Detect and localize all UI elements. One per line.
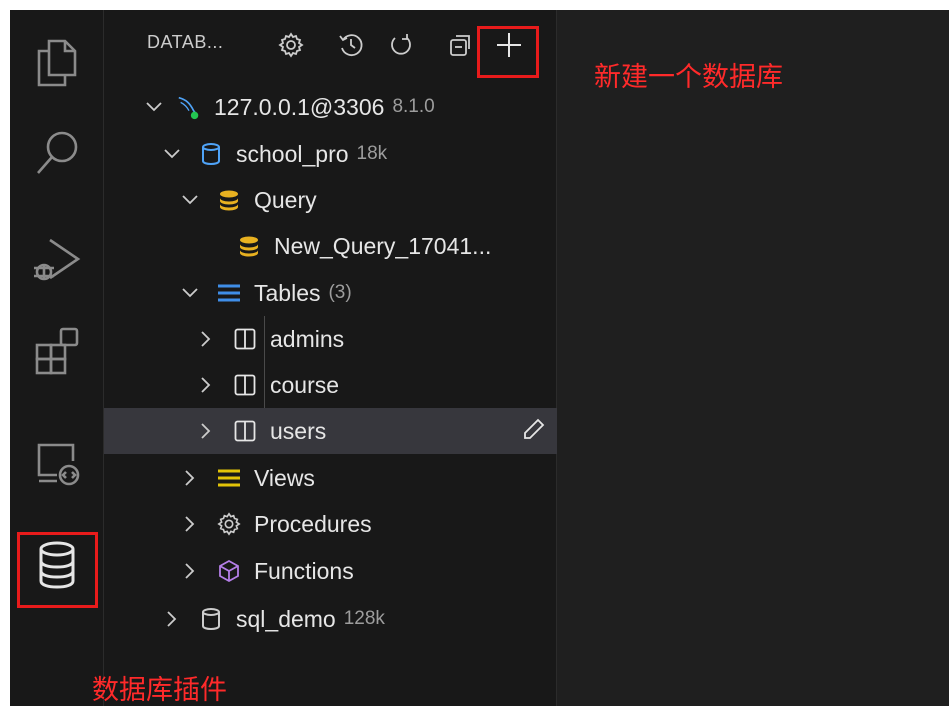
connection-version: 8.1.0 bbox=[392, 96, 435, 117]
chevron-down-icon[interactable] bbox=[180, 190, 200, 210]
tree-procedures-folder[interactable]: Procedures bbox=[104, 501, 632, 547]
highlight-add-button bbox=[477, 26, 539, 78]
chevron-right-icon[interactable] bbox=[180, 468, 200, 488]
run-debug-icon[interactable] bbox=[10, 224, 103, 294]
tree-tables-folder[interactable]: Tables (3) bbox=[104, 270, 632, 316]
tree-functions-folder[interactable]: Functions bbox=[104, 548, 632, 594]
history-icon[interactable] bbox=[334, 28, 368, 62]
table-label: users bbox=[270, 417, 327, 444]
table-label: admins bbox=[270, 325, 345, 352]
tree-database-sql-demo[interactable]: sql_demo 128k bbox=[104, 596, 614, 642]
search-icon[interactable] bbox=[10, 118, 103, 188]
views-list-icon bbox=[216, 465, 242, 491]
views-folder-label: Views bbox=[254, 464, 315, 491]
chevron-right-icon[interactable] bbox=[196, 375, 216, 395]
remote-explorer-icon[interactable] bbox=[10, 428, 103, 498]
annotation-new-database: 新建一个数据库 bbox=[594, 62, 783, 92]
database-sidebar: DATAB... 127.0.0.1@3306 8.1.0 school_pro… bbox=[104, 10, 648, 706]
chevron-down-icon[interactable] bbox=[144, 97, 164, 117]
explorer-icon[interactable] bbox=[10, 28, 103, 98]
database-size: 128k bbox=[343, 608, 385, 629]
query-label: New_Query_17041... bbox=[274, 232, 492, 259]
annotation-database-plugin: 数据库插件 bbox=[92, 675, 227, 705]
chevron-right-icon[interactable] bbox=[180, 514, 200, 534]
cube-icon bbox=[216, 558, 242, 584]
chevron-down-icon[interactable] bbox=[180, 283, 200, 303]
connection-label: 127.0.0.1@3306 bbox=[214, 93, 385, 120]
query-folder-label: Query bbox=[254, 186, 317, 213]
tree-views-folder[interactable]: Views bbox=[104, 455, 632, 501]
editor-area bbox=[557, 10, 949, 706]
query-stack-icon bbox=[216, 187, 242, 213]
database-label: sql_demo bbox=[236, 605, 336, 632]
sidebar-title: DATAB... bbox=[147, 32, 224, 52]
tree-database-school-pro[interactable]: school_pro 18k bbox=[104, 131, 614, 177]
functions-folder-label: Functions bbox=[254, 557, 354, 584]
app-window: DATAB... 127.0.0.1@3306 8.1.0 school_pro… bbox=[10, 10, 949, 706]
edit-pencil-icon[interactable] bbox=[522, 417, 546, 446]
chevron-right-icon[interactable] bbox=[196, 421, 216, 441]
chevron-down-icon[interactable] bbox=[162, 144, 182, 164]
query-stack-icon bbox=[236, 233, 262, 259]
database-label: school_pro bbox=[236, 140, 349, 167]
highlight-database-plugin bbox=[17, 532, 98, 608]
extensions-icon[interactable] bbox=[10, 316, 103, 386]
tree-query-folder[interactable]: Query bbox=[104, 177, 632, 223]
database-icon bbox=[198, 141, 224, 167]
chevron-right-icon[interactable] bbox=[196, 329, 216, 349]
chevron-right-icon[interactable] bbox=[180, 561, 200, 581]
table-icon bbox=[232, 418, 258, 444]
tables-folder-label: Tables bbox=[254, 279, 321, 306]
tree-connection[interactable]: 127.0.0.1@3306 8.1.0 bbox=[104, 84, 596, 130]
mysql-dolphin-icon bbox=[176, 94, 202, 120]
gear-icon bbox=[216, 511, 242, 537]
procedures-folder-label: Procedures bbox=[254, 510, 372, 537]
database-size: 18k bbox=[356, 143, 388, 164]
chevron-right-icon[interactable] bbox=[162, 609, 182, 629]
refresh-icon[interactable] bbox=[384, 28, 418, 62]
table-icon bbox=[232, 372, 258, 398]
table-label: course bbox=[270, 371, 340, 398]
collapse-all-icon[interactable] bbox=[444, 28, 478, 62]
tables-count: (3) bbox=[328, 282, 352, 303]
database-icon bbox=[198, 606, 224, 632]
settings-icon[interactable] bbox=[274, 28, 308, 62]
table-icon bbox=[232, 326, 258, 352]
tables-list-icon bbox=[216, 280, 242, 306]
